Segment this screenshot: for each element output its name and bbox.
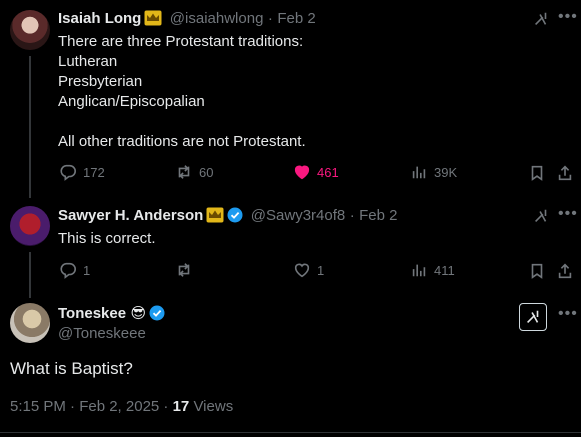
grok-icon (527, 310, 539, 323)
bookmark-button[interactable] (527, 163, 547, 183)
tweet-meta: 5:15 PM · Feb 2, 2025 · 17 Views (10, 398, 233, 415)
main-tweet-header: Toneskee 😎 (58, 304, 165, 323)
avatar[interactable] (10, 10, 50, 50)
grok-icon[interactable] (531, 206, 551, 226)
tweet-text: This is correct. (58, 230, 156, 247)
repost-icon (178, 165, 190, 179)
like-count: 1 (317, 262, 325, 278)
like-button[interactable]: 1 (293, 261, 324, 279)
more-icon[interactable]: ••• (558, 8, 578, 26)
tweet-text: There are three Protestant traditions: L… (58, 33, 306, 150)
repost-icon (178, 263, 190, 277)
author-handle[interactable]: @Toneskeee (58, 325, 146, 342)
tweet-header: Isaiah Long @isaiahwlong · Feb 2 (58, 10, 316, 31)
views-icon (412, 264, 426, 277)
share-button[interactable] (555, 163, 575, 183)
avatar[interactable] (10, 303, 50, 343)
tweet-date[interactable]: Feb 2 (277, 10, 315, 27)
share-button[interactable] (555, 261, 575, 281)
like-count: 461 (317, 164, 339, 180)
repost-button[interactable]: 60 (175, 163, 213, 181)
thread-line (29, 56, 31, 198)
avatar[interactable] (10, 206, 50, 246)
more-icon[interactable]: ••• (558, 305, 578, 323)
like-icon (294, 165, 310, 180)
grok-button[interactable] (519, 303, 547, 331)
tweet-date[interactable]: Feb 2 (359, 207, 397, 224)
views-button[interactable]: 411 (410, 261, 455, 279)
sunglasses-emoji: 😎 (130, 305, 147, 322)
repost-count: 60 (199, 164, 214, 180)
bookmark-icon (531, 263, 543, 279)
views-icon (412, 166, 426, 179)
views-button[interactable]: 39K (410, 163, 457, 181)
repost-button[interactable] (175, 261, 199, 279)
author-name[interactable]: Isaiah Long (58, 10, 141, 27)
verified-icon (227, 207, 243, 223)
author-name[interactable]: Sawyer H. Anderson (58, 207, 203, 224)
views-count: 17 (172, 398, 190, 415)
reply-count: 1 (83, 262, 91, 278)
bookmark-button[interactable] (527, 261, 547, 281)
views-label: Views (193, 398, 234, 415)
divider (0, 432, 581, 433)
reply-icon (60, 262, 76, 279)
share-icon (558, 263, 572, 279)
reply-icon (60, 164, 76, 181)
separator: · (349, 207, 355, 224)
reply-button[interactable]: 172 (59, 163, 105, 181)
like-icon (294, 263, 310, 278)
views-count: 411 (434, 262, 455, 278)
tweet-header: Sawyer H. Anderson @Sawy3r4of8 · Feb 2 (58, 207, 398, 228)
author-handle[interactable]: @Sawy3r4of8 (251, 207, 345, 224)
timestamp[interactable]: 5:15 PM · Feb 2, 2025 · (10, 398, 168, 415)
author-name[interactable]: Toneskee (58, 305, 126, 322)
more-icon[interactable]: ••• (558, 205, 578, 223)
grok-icon[interactable] (531, 9, 551, 29)
separator: · (267, 10, 273, 27)
crown-badge-icon (206, 207, 224, 228)
views-count: 39K (434, 164, 458, 180)
author-handle[interactable]: @isaiahwlong (170, 10, 264, 27)
verified-icon (149, 305, 165, 321)
reply-count: 172 (83, 164, 105, 180)
thread-line (29, 252, 31, 298)
reply-button[interactable]: 1 (59, 261, 90, 279)
share-icon (558, 165, 572, 181)
like-button[interactable]: 461 (293, 163, 339, 181)
crown-badge-icon (144, 10, 162, 31)
main-tweet-text: What is Baptist? (10, 359, 133, 378)
bookmark-icon (531, 165, 543, 181)
